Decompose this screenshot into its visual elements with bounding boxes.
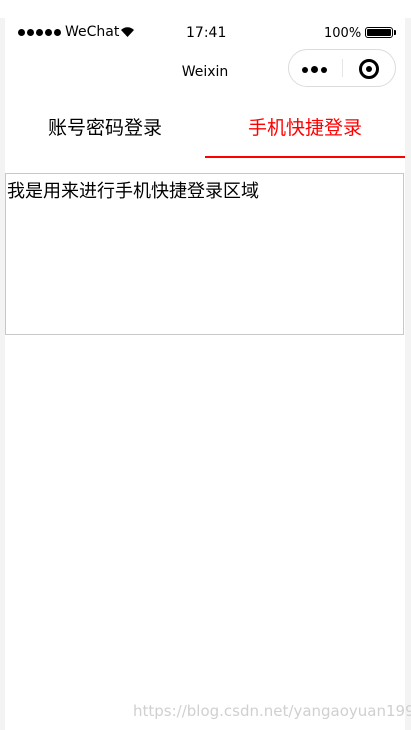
close-target-icon[interactable] xyxy=(359,59,379,79)
right-edge xyxy=(405,18,411,730)
battery-icon xyxy=(365,27,393,38)
battery-percentage: 100% xyxy=(324,26,362,41)
battery-tip xyxy=(394,30,396,35)
tab-password-login[interactable]: 账号密码登录 xyxy=(5,100,205,158)
wifi-icon xyxy=(121,27,134,37)
status-time: 17:41 xyxy=(186,25,227,41)
login-tabs: 账号密码登录 手机快捷登录 xyxy=(5,100,405,158)
content-text: 我是用来进行手机快捷登录区域 xyxy=(7,181,259,202)
menu-capsule xyxy=(288,49,396,87)
signal-strength-icon xyxy=(18,29,61,36)
watermark-text: https://blog.csdn.net/yangaoyuan1999 xyxy=(133,702,411,720)
status-bar: WeChat 17:41 100% xyxy=(5,18,405,48)
capsule-divider xyxy=(342,59,343,77)
carrier-name: WeChat xyxy=(65,24,120,40)
tab-phone-login[interactable]: 手机快捷登录 xyxy=(205,100,405,158)
more-dots-icon[interactable] xyxy=(302,66,327,73)
phone-login-area: 我是用来进行手机快捷登录区域 xyxy=(5,173,404,335)
